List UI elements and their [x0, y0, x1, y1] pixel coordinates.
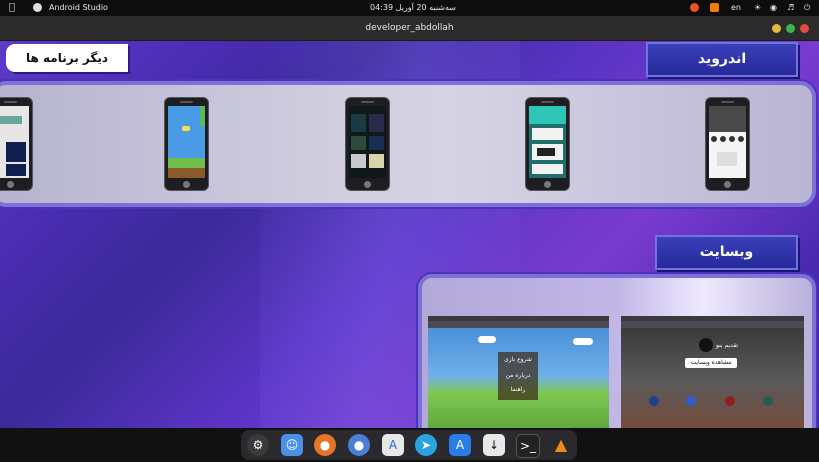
portfolio-page: دیگر برنامه ها اندروید وبسایت شروع بازی … [0, 41, 819, 428]
night-light-icon[interactable]: ☀ [754, 0, 761, 16]
app-screenshot [529, 106, 566, 178]
tab-android[interactable]: اندروید [646, 42, 798, 77]
phone-home-button [724, 181, 731, 188]
website-screenshot-portfolio[interactable]: تقدیم بنو مشاهده وبسایت [621, 316, 804, 428]
app-screenshot [709, 106, 746, 178]
apple-icon[interactable]:  [9, 0, 15, 16]
app-phone-mockup[interactable] [705, 97, 750, 191]
close-button[interactable] [800, 24, 809, 33]
clock[interactable]: سه‌شنبه 20 آوریل 04:39 [370, 0, 456, 16]
download-icon[interactable]: ↓ [483, 434, 505, 456]
tab-website[interactable]: وبسایت [655, 235, 798, 270]
firefox-icon[interactable]: ● [314, 434, 336, 456]
vlc-icon[interactable]: ▲ [550, 434, 572, 456]
app-screenshot [0, 106, 29, 178]
view-website-button[interactable]: مشاهده وبسایت [685, 358, 737, 368]
window-title: developer_abdollah [365, 23, 454, 33]
phone-home-button [544, 181, 551, 188]
phone-notch [541, 101, 554, 103]
volume-icon[interactable]: ♬ [787, 0, 794, 16]
websites-panel: شروع بازی درباره من راهنما تقدیم بنو مشا… [418, 274, 816, 428]
android-studio-icon[interactable]: A [382, 434, 404, 456]
app-phone-mockup[interactable] [525, 97, 570, 191]
rss-icon[interactable] [710, 0, 719, 16]
website-screenshot-game[interactable]: شروع بازی درباره من راهنما [428, 316, 609, 428]
terminal-icon[interactable]: >_ [516, 434, 540, 458]
maximize-button[interactable] [786, 24, 795, 33]
wifi-icon[interactable]: ◉ [770, 0, 777, 16]
browser-address-bar [621, 321, 804, 328]
power-icon[interactable]: ⏻ [804, 0, 810, 16]
telegram-icon[interactable]: ➤ [415, 434, 437, 456]
android-studio-menu-icon[interactable] [33, 0, 42, 16]
site-caption-name: تقدیم بنو [716, 342, 739, 349]
app-store-icon[interactable]: A [449, 434, 471, 456]
phone-home-button [183, 181, 190, 188]
game-menu-item[interactable]: درباره من [498, 372, 538, 379]
chromium-icon[interactable]: ● [348, 434, 370, 456]
app-name[interactable]: Android Studio [49, 0, 108, 16]
android-apps-carousel[interactable] [0, 81, 816, 207]
minimize-button[interactable] [772, 24, 781, 33]
language-indicator[interactable]: en [731, 0, 741, 16]
game-menu-item[interactable]: شروع بازی [498, 356, 538, 363]
browser-address-bar [428, 321, 609, 328]
app-screenshot [349, 106, 386, 178]
app-phone-mockup[interactable] [345, 97, 390, 191]
phone-notch [361, 101, 374, 103]
other-apps-label: دیگر برنامه ها [6, 44, 128, 72]
phone-home-button [7, 181, 14, 188]
phone-notch [721, 101, 734, 103]
phone-notch [180, 101, 193, 103]
app-screenshot [168, 106, 205, 178]
settings-icon[interactable]: ⚙ [247, 434, 269, 456]
finder-icon[interactable]: ☺ [281, 434, 303, 456]
window-title-bar: developer_abdollah [0, 16, 819, 41]
app-phone-mockup[interactable] [164, 97, 209, 191]
ubuntu-icon[interactable] [690, 0, 699, 16]
phone-home-button [364, 181, 371, 188]
app-phone-mockup[interactable] [0, 97, 33, 191]
system-top-bar:  Android Studio سه‌شنبه 20 آوریل 04:39 … [0, 0, 819, 16]
phone-notch [4, 101, 17, 103]
game-menu-item[interactable]: راهنما [498, 386, 538, 393]
